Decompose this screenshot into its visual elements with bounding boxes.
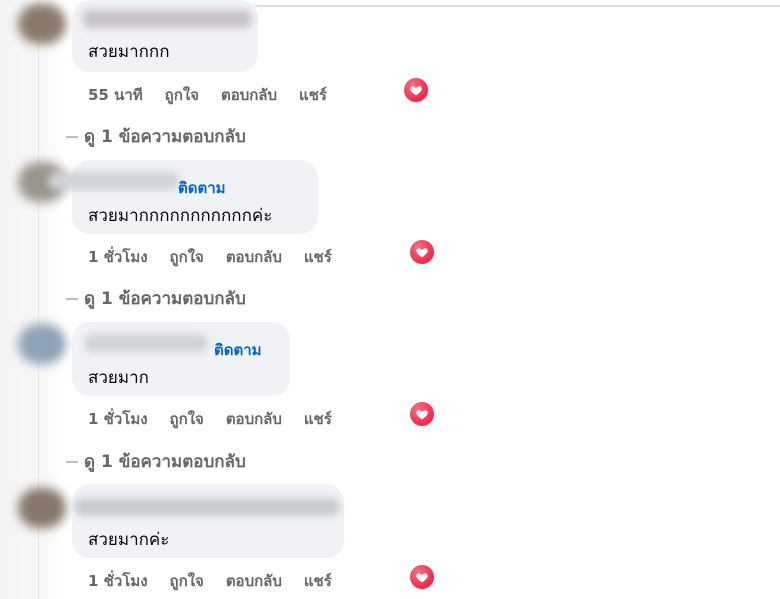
follow-button[interactable]: ติดตาม (214, 338, 262, 362)
heart-icon[interactable] (404, 78, 428, 102)
view-replies-link[interactable]: ดู 1 ข้อความตอบกลับ (66, 123, 246, 150)
share-button[interactable]: แชร์ (299, 83, 327, 107)
comment-text: สวยมากกก (88, 42, 170, 62)
author-name[interactable] (74, 498, 340, 516)
comment-text: สวยมากค่ะ (88, 530, 170, 550)
reply-button[interactable]: ตอบกลับ (221, 83, 277, 107)
reply-button[interactable]: ตอบกลับ (226, 569, 282, 593)
avatar[interactable] (18, 488, 66, 528)
comment-bubble: สวยมากกก (72, 0, 258, 72)
heart-icon[interactable] (410, 402, 434, 426)
share-button[interactable]: แชร์ (304, 407, 332, 431)
view-replies-link[interactable]: ดู 1 ข้อความตอบกลับ (66, 448, 246, 475)
comment-text: สวยมาก (88, 368, 149, 388)
reply-thread-line (66, 460, 78, 463)
heart-icon[interactable] (410, 240, 434, 264)
share-button[interactable]: แชร์ (304, 245, 332, 269)
like-button[interactable]: ถูกใจ (170, 407, 204, 431)
comment-bubble: สวยมากค่ะ (72, 484, 344, 558)
like-button[interactable]: ถูกใจ (170, 245, 204, 269)
author-name[interactable] (82, 10, 252, 28)
comment-actions: 1 ชั่วโมง ถูกใจ ตอบกลับ แชร์ (88, 569, 354, 593)
avatar[interactable] (18, 324, 66, 364)
follow-button[interactable]: ติดตาม (178, 176, 226, 200)
reply-button[interactable]: ตอบกลับ (226, 245, 282, 269)
comment-time[interactable]: 1 ชั่วโมง (88, 569, 148, 593)
author-name[interactable] (84, 334, 208, 352)
comment-text: สวยมากกกกกกกกกกกค่ะ (88, 206, 273, 226)
view-replies-label: ดู 1 ข้อความตอบกลับ (84, 289, 246, 309)
comment-time[interactable]: 1 ชั่วโมง (88, 245, 148, 269)
view-replies-label: ดู 1 ข้อความตอบกลับ (84, 127, 246, 147)
comment-bubble: ติดตาม สวยมากกกกกกกกกกกค่ะ (48, 160, 318, 234)
like-button[interactable]: ถูกใจ (165, 83, 199, 107)
view-replies-link[interactable]: ดู 1 ข้อความตอบกลับ (66, 285, 246, 312)
comment-bubble: ติดตาม สวยมาก (72, 322, 290, 396)
view-replies-label: ดู 1 ข้อความตอบกลับ (84, 452, 246, 472)
divider (255, 5, 780, 7)
comment-actions: 1 ชั่วโมง ถูกใจ ตอบกลับ แชร์ (88, 407, 354, 431)
heart-icon[interactable] (410, 565, 434, 589)
comment-actions: 1 ชั่วโมง ถูกใจ ตอบกลับ แชร์ (88, 245, 354, 269)
author-name[interactable] (48, 172, 180, 190)
comment-time[interactable]: 55 นาที (88, 83, 143, 107)
comment-time[interactable]: 1 ชั่วโมง (88, 407, 148, 431)
reply-button[interactable]: ตอบกลับ (226, 407, 282, 431)
comment-actions: 55 นาที ถูกใจ ตอบกลับ แชร์ (88, 83, 349, 107)
avatar[interactable] (18, 4, 66, 44)
reply-thread-line (66, 135, 78, 138)
reply-thread-line (66, 297, 78, 300)
like-button[interactable]: ถูกใจ (170, 569, 204, 593)
share-button[interactable]: แชร์ (304, 569, 332, 593)
